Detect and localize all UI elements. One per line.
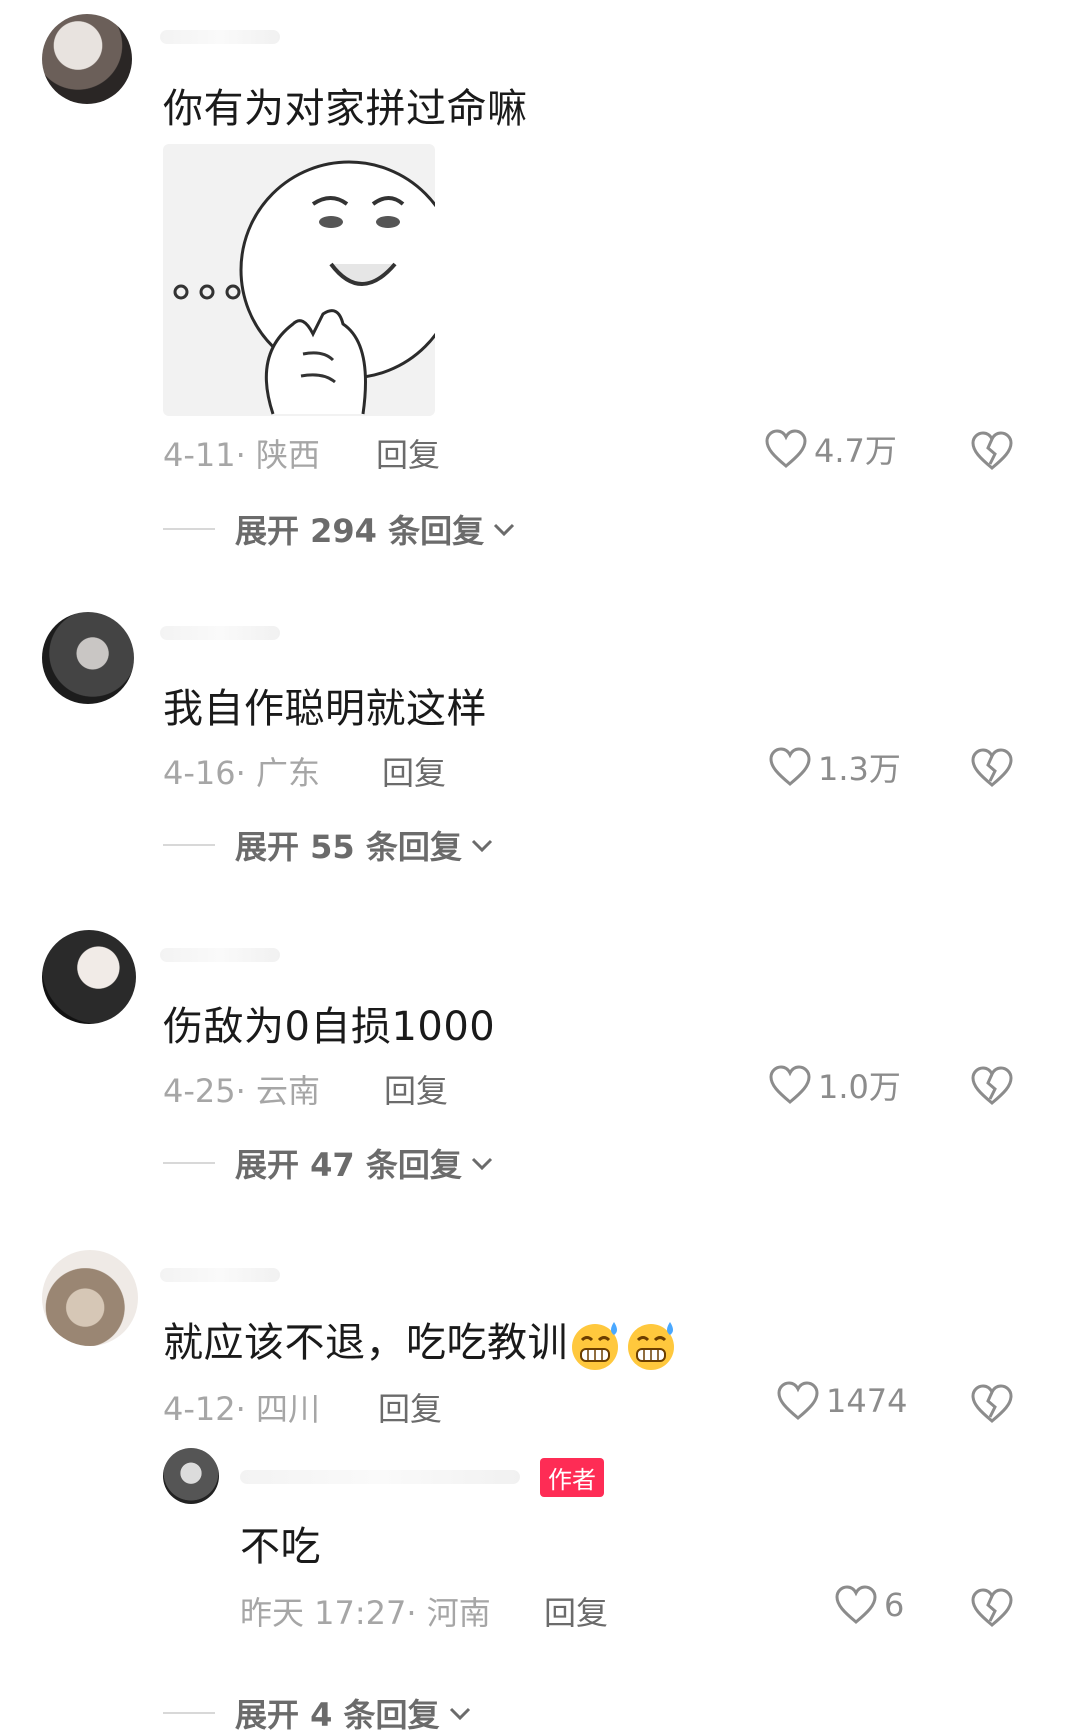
expand-replies[interactable]: 展开 294 条回复 xyxy=(163,506,518,552)
avatar[interactable] xyxy=(42,14,132,104)
reply-button[interactable]: 回复 xyxy=(384,1066,448,1112)
heart-outline-icon xyxy=(835,1585,877,1624)
chevron-down-icon xyxy=(471,1157,492,1171)
reply-button[interactable]: 回复 xyxy=(378,1384,442,1430)
expand-replies-label: 展开 294 条回复 xyxy=(235,512,485,550)
expand-replies-label: 展开 55 条回复 xyxy=(235,828,462,866)
comment-location: 陕西 xyxy=(255,436,320,474)
comment-text: 我自作聪明就这样 xyxy=(163,686,487,732)
heart-outline-icon xyxy=(769,1065,811,1104)
meta-separator: · xyxy=(235,436,256,474)
reply-date: 昨天 17:27 xyxy=(240,1594,407,1632)
chevron-down-icon xyxy=(449,1707,470,1721)
username-blurred[interactable] xyxy=(160,626,280,640)
broken-heart-icon[interactable] xyxy=(970,1065,1014,1107)
divider xyxy=(163,844,215,846)
comment-location: 云南 xyxy=(255,1072,320,1110)
like-count: 6 xyxy=(884,1586,905,1624)
meta-separator: · xyxy=(235,754,256,792)
comment-meta: 4-16· 广东 xyxy=(163,748,320,794)
username-blurred[interactable] xyxy=(160,1268,280,1282)
like-count: 4.7万 xyxy=(814,432,897,470)
meme-sticker-image[interactable] xyxy=(163,144,435,416)
heart-outline-icon xyxy=(769,747,811,786)
reply-location: 河南 xyxy=(426,1594,491,1632)
divider xyxy=(163,528,215,530)
like-button[interactable]: 6 xyxy=(834,1584,904,1626)
username-blurred[interactable] xyxy=(160,948,280,962)
meta-separator: · xyxy=(235,1072,256,1110)
comment-location: 广东 xyxy=(255,754,320,792)
comment-text-row: 就应该不退，吃吃教训 xyxy=(163,1310,680,1372)
reply-meta: 昨天 17:27· 河南 xyxy=(240,1588,491,1634)
chevron-down-icon xyxy=(494,523,515,537)
meta-separator: · xyxy=(406,1594,427,1632)
expand-replies[interactable]: 展开 55 条回复 xyxy=(163,822,496,868)
like-button[interactable]: 1.0万 xyxy=(768,1062,901,1108)
chevron-down-icon xyxy=(471,839,492,853)
username-blurred[interactable] xyxy=(240,1470,520,1484)
expand-replies[interactable]: 展开 47 条回复 xyxy=(163,1140,496,1186)
like-count: 1.0万 xyxy=(818,1068,901,1106)
expand-replies-label: 展开 47 条回复 xyxy=(235,1146,462,1184)
heart-outline-icon xyxy=(777,1381,819,1420)
reply-button[interactable]: 回复 xyxy=(382,748,446,794)
divider xyxy=(163,1162,215,1164)
comment-meta: 4-25· 云南 xyxy=(163,1066,320,1112)
avatar[interactable] xyxy=(42,612,134,704)
like-count: 1474 xyxy=(826,1382,908,1420)
reply-button[interactable]: 回复 xyxy=(544,1588,608,1634)
grimace-sweat-emoji xyxy=(572,1322,618,1370)
meta-separator: · xyxy=(235,1390,256,1428)
heart-outline-icon xyxy=(765,429,807,468)
broken-heart-icon[interactable] xyxy=(970,1383,1014,1425)
expand-replies-label: 展开 4 条回复 xyxy=(235,1696,440,1734)
grimace-sweat-emoji xyxy=(628,1322,674,1370)
comment-date: 4-11 xyxy=(163,436,236,474)
broken-heart-icon[interactable] xyxy=(970,747,1014,789)
comment-location: 四川 xyxy=(255,1390,320,1428)
comment-text: 就应该不退，吃吃教训 xyxy=(163,1320,568,1366)
comment-text: 你有为对家拼过命嘛 xyxy=(163,86,528,132)
divider xyxy=(163,1712,215,1714)
comment-date: 4-12 xyxy=(163,1390,236,1428)
like-button[interactable]: 4.7万 xyxy=(764,426,897,472)
avatar[interactable] xyxy=(163,1448,219,1504)
avatar[interactable] xyxy=(42,930,136,1024)
username-blurred[interactable] xyxy=(160,30,280,44)
like-button[interactable]: 1.3万 xyxy=(768,744,901,790)
like-button[interactable]: 1474 xyxy=(776,1380,907,1422)
comment-meta: 4-11· 陕西 xyxy=(163,430,320,476)
broken-heart-icon[interactable] xyxy=(970,430,1014,472)
like-count: 1.3万 xyxy=(818,750,901,788)
reply-text: 不吃 xyxy=(240,1524,321,1570)
broken-heart-icon[interactable] xyxy=(970,1587,1014,1629)
avatar[interactable] xyxy=(42,1250,138,1346)
comment-meta: 4-12· 四川 xyxy=(163,1384,320,1430)
expand-replies[interactable]: 展开 4 条回复 xyxy=(163,1690,474,1736)
comment-date: 4-25 xyxy=(163,1072,236,1110)
comment-date: 4-16 xyxy=(163,754,236,792)
reply-button[interactable]: 回复 xyxy=(376,430,440,476)
author-badge: 作者 xyxy=(540,1458,604,1497)
comment-text: 伤敌为0自损1000 xyxy=(163,1004,496,1050)
